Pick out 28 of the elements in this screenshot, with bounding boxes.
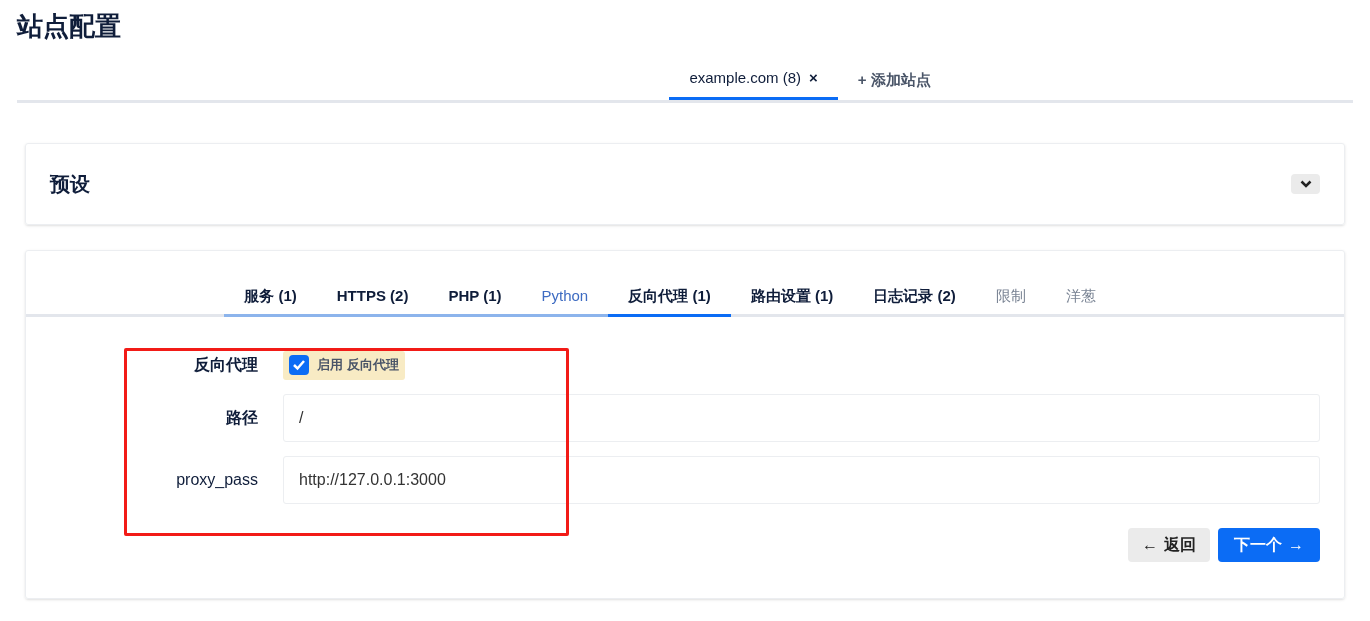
step-tab[interactable]: 路由设置 (1) bbox=[730, 279, 854, 317]
step-tab[interactable]: 日志记录 (2) bbox=[853, 279, 976, 317]
presets-title: 预设 bbox=[50, 172, 90, 197]
field-label: 反向代理 bbox=[193, 355, 258, 375]
step-tab[interactable]: 限制 bbox=[975, 279, 1046, 317]
step-tab[interactable]: 服务 (1) bbox=[224, 279, 317, 317]
close-button[interactable]: × bbox=[809, 67, 818, 90]
step-tab[interactable]: Python bbox=[521, 279, 609, 317]
site-tab-label: example.com (8) bbox=[689, 68, 802, 89]
enable-checkbox[interactable]: 启用 反向代理 bbox=[283, 350, 405, 380]
add-site-button[interactable]: + 添加站点 bbox=[837, 60, 951, 100]
arrow-right-icon: → bbox=[1288, 533, 1304, 557]
next-button[interactable]: 下一个 → bbox=[1218, 528, 1320, 562]
step-tab[interactable]: PHP (1) bbox=[428, 279, 522, 317]
plus-icon: + bbox=[857, 68, 867, 92]
page-title: 站点配置 bbox=[17, 10, 122, 43]
field-label: 路径 bbox=[225, 408, 258, 428]
input-field[interactable]: http://127.0.0.1:3000 bbox=[283, 456, 1320, 504]
back-button[interactable]: ← 返回 bbox=[1128, 528, 1210, 562]
arrow-left-icon: ← bbox=[1142, 533, 1158, 557]
chevron-icon bbox=[1299, 180, 1312, 188]
step-tab[interactable]: 反向代理 (1) bbox=[608, 279, 731, 317]
step-tab[interactable]: HTTPS (2) bbox=[316, 279, 429, 317]
expand-button[interactable] bbox=[1291, 174, 1320, 194]
site-tab[interactable]: example.com (8) × bbox=[669, 60, 838, 100]
field-label: proxy_pass bbox=[175, 470, 258, 490]
step-tab[interactable]: 洋葱 bbox=[1045, 279, 1116, 317]
input-field[interactable]: / bbox=[283, 394, 1320, 442]
